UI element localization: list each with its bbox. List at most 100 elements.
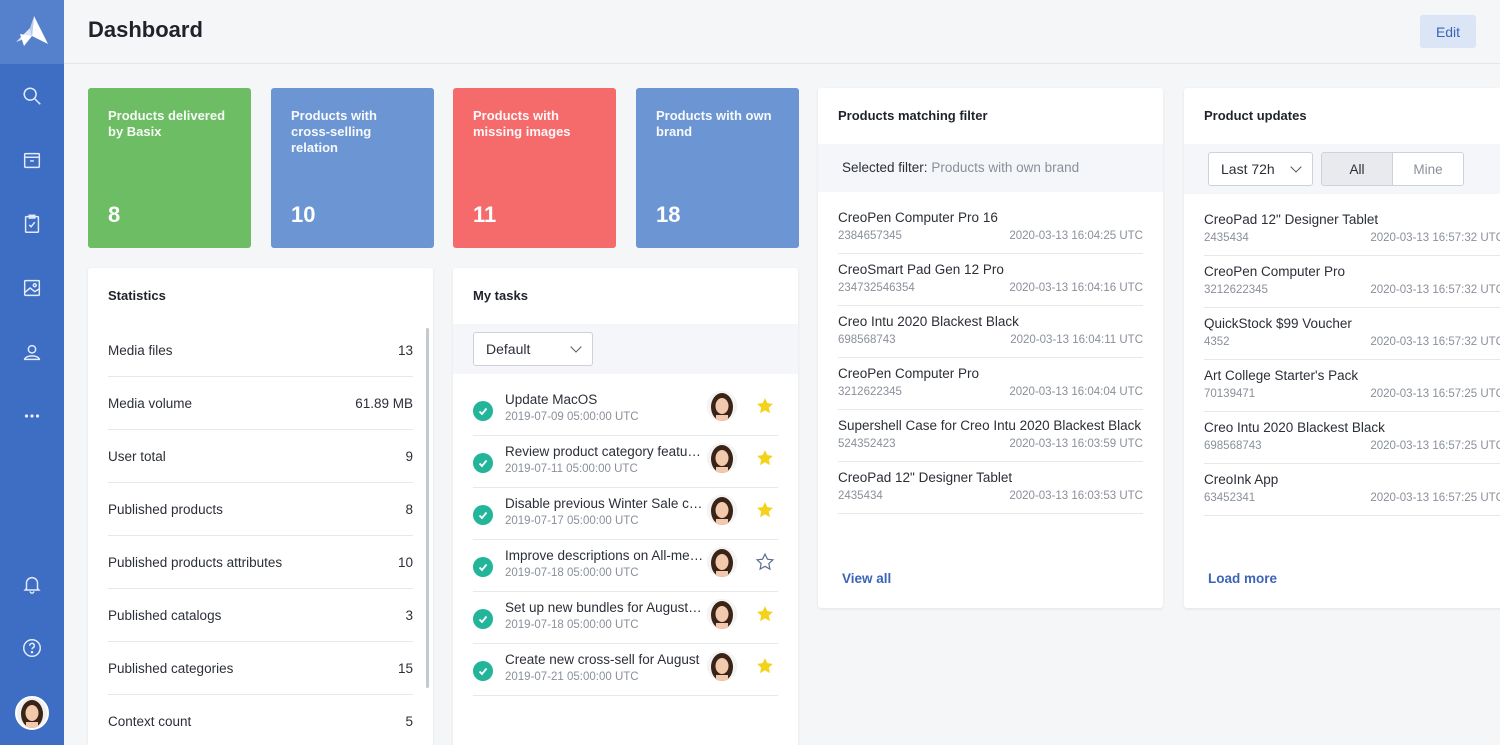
time-range-select[interactable]: Last 72h <box>1208 152 1313 186</box>
view-all-link[interactable]: View all <box>842 571 891 586</box>
task-row[interactable]: Disable previous Winter Sale campaign 201… <box>473 488 778 540</box>
task-date: 2019-07-21 05:00:00 UTC <box>505 671 639 683</box>
star-filled-icon[interactable] <box>755 604 775 624</box>
stat-value: 3 <box>405 607 413 623</box>
user-icon[interactable] <box>14 334 50 370</box>
product-row[interactable]: Art College Starter's Pack 70139471 2020-0… <box>1204 360 1500 412</box>
tasks-filter-select[interactable]: Default <box>473 332 593 366</box>
product-row[interactable]: CreoInk App 63452341 2020-03-13 16:57:25 U… <box>1204 464 1500 516</box>
stat-value: 61.89 MB <box>355 395 413 411</box>
chevron-down-icon <box>570 341 582 353</box>
stat-value: 13 <box>397 342 413 358</box>
assignee-avatar <box>707 547 737 577</box>
kpi-tile-value: 11 <box>473 202 497 227</box>
box-icon[interactable] <box>14 142 50 178</box>
toggle-all[interactable]: All <box>1322 153 1393 185</box>
app-logo[interactable] <box>0 0 64 64</box>
load-more-link[interactable]: Load more <box>1208 571 1277 586</box>
stat-row: Published catalogs 3 <box>108 589 413 642</box>
kpi-tile[interactable]: Products delivered by Basix 8 <box>88 88 251 248</box>
product-row[interactable]: CreoPad 12" Designer Tablet 2435434 2020-0… <box>1204 204 1500 256</box>
stat-row: Published products attributes 10 <box>108 536 413 589</box>
check-icon[interactable] <box>473 453 493 473</box>
star-filled-icon[interactable] <box>755 396 775 416</box>
toggle-mine[interactable]: Mine <box>1393 153 1463 185</box>
task-date: 2019-07-11 05:00:00 UTC <box>505 463 638 475</box>
task-name: Review product category features <box>505 444 705 459</box>
task-row[interactable]: Review product category features 2019-07-… <box>473 436 778 488</box>
help-icon[interactable] <box>14 630 50 666</box>
check-icon[interactable] <box>473 401 493 421</box>
selected-filter-label: Selected filter: <box>842 160 928 175</box>
product-row[interactable]: CreoPen Computer Pro 3212622345 2020-03-13… <box>838 358 1143 410</box>
assignee-avatar <box>707 443 737 473</box>
task-row[interactable]: Improve descriptions on All-media 2019-07… <box>473 540 778 592</box>
product-timestamp: 2020-03-13 16:57:25 UTC <box>1370 440 1500 452</box>
product-updates-card: Product updates Last 72h All Mine CreoPa… <box>1184 88 1500 608</box>
bell-icon[interactable] <box>14 566 50 602</box>
check-icon[interactable] <box>473 609 493 629</box>
statistics-title: Statistics <box>108 288 166 303</box>
selected-filter-band: Selected filter: Products with own brand <box>818 144 1163 192</box>
kpi-tile[interactable]: Products with own brand 18 <box>636 88 799 248</box>
image-icon[interactable] <box>14 270 50 306</box>
stat-label: Published products <box>108 501 223 517</box>
stat-row: Published products 8 <box>108 483 413 536</box>
kpi-tile[interactable]: Products with missing images 11 <box>453 88 616 248</box>
product-timestamp: 2020-03-13 16:03:53 UTC <box>1009 490 1143 502</box>
star-filled-icon[interactable] <box>755 448 775 468</box>
product-row[interactable]: CreoPen Computer Pro 3212622345 2020-03-13… <box>1204 256 1500 308</box>
product-id: 234732546354 <box>838 282 915 294</box>
my-tasks-card: My tasks Default Update MacOS 2019-07-09 … <box>453 268 798 745</box>
search-icon[interactable] <box>14 78 50 114</box>
product-row[interactable]: CreoPad 12" Designer Tablet 2435434 2020-0… <box>838 462 1143 514</box>
product-id: 4352 <box>1204 336 1230 348</box>
my-tasks-title: My tasks <box>473 288 528 303</box>
kpi-tile[interactable]: Products with cross-selling relation 10 <box>271 88 434 248</box>
product-id: 2435434 <box>838 490 883 502</box>
task-row[interactable]: Create new cross-sell for August 2019-07-… <box>473 644 778 696</box>
chevron-down-icon <box>1290 161 1302 173</box>
edit-button[interactable]: Edit <box>1420 15 1476 48</box>
task-name: Improve descriptions on All-media <box>505 548 705 563</box>
task-date: 2019-07-18 05:00:00 UTC <box>505 619 639 631</box>
kpi-tile-label: Products with cross-selling relation <box>291 108 377 155</box>
product-timestamp: 2020-03-13 16:03:59 UTC <box>1009 438 1143 450</box>
tasks-filter-value: Default <box>486 341 531 357</box>
kpi-tile-value: 18 <box>656 202 681 227</box>
statistics-scrollbar[interactable] <box>426 328 429 688</box>
task-row[interactable]: Update MacOS 2019-07-09 05:00:00 UTC <box>473 384 778 436</box>
stat-value: 5 <box>405 713 413 729</box>
product-row[interactable]: Creo Intu 2020 Blackest Black 698568743 20… <box>1204 412 1500 464</box>
avatar[interactable] <box>15 696 49 730</box>
check-icon[interactable] <box>473 557 493 577</box>
task-name: Disable previous Winter Sale campaign <box>505 496 705 511</box>
product-row[interactable]: CreoPen Computer Pro 16 2384657345 2020-03… <box>838 202 1143 254</box>
star-filled-icon[interactable] <box>755 500 775 520</box>
product-name: CreoPad 12" Designer Tablet <box>1204 212 1379 227</box>
check-icon[interactable] <box>473 505 493 525</box>
task-name: Update MacOS <box>505 392 598 407</box>
more-icon[interactable] <box>14 398 50 434</box>
clipboard-check-icon[interactable] <box>14 206 50 242</box>
star-filled-icon[interactable] <box>755 656 775 676</box>
product-name: Art College Starter's Pack <box>1204 368 1359 383</box>
kpi-tile-value: 8 <box>108 202 121 227</box>
product-row[interactable]: Creo Intu 2020 Blackest Black 698568743 20… <box>838 306 1143 358</box>
product-row[interactable]: CreoSmart Pad Gen 12 Pro 234732546354 2020… <box>838 254 1143 306</box>
product-name: CreoPad 12" Designer Tablet <box>838 470 1013 485</box>
product-row[interactable]: QuickStock $99 Voucher 4352 2020-03-13 16:… <box>1204 308 1500 360</box>
product-row[interactable]: Supershell Case for Creo Intu 2020 Black… <box>838 410 1143 462</box>
kpi-tile-value: 10 <box>291 202 316 227</box>
product-id: 70139471 <box>1204 388 1256 400</box>
assignee-avatar <box>707 495 737 525</box>
check-icon[interactable] <box>473 661 493 681</box>
product-id: 3212622345 <box>1204 284 1268 296</box>
stat-value: 9 <box>405 448 413 464</box>
updates-title: Product updates <box>1204 108 1307 123</box>
page-title: Dashboard <box>88 17 203 42</box>
task-row[interactable]: Set up new bundles for August promotion 2… <box>473 592 778 644</box>
product-timestamp: 2020-03-13 16:04:04 UTC <box>1009 386 1143 398</box>
star-outline-icon[interactable] <box>755 552 775 572</box>
stat-row: Media files 13 <box>108 324 413 377</box>
